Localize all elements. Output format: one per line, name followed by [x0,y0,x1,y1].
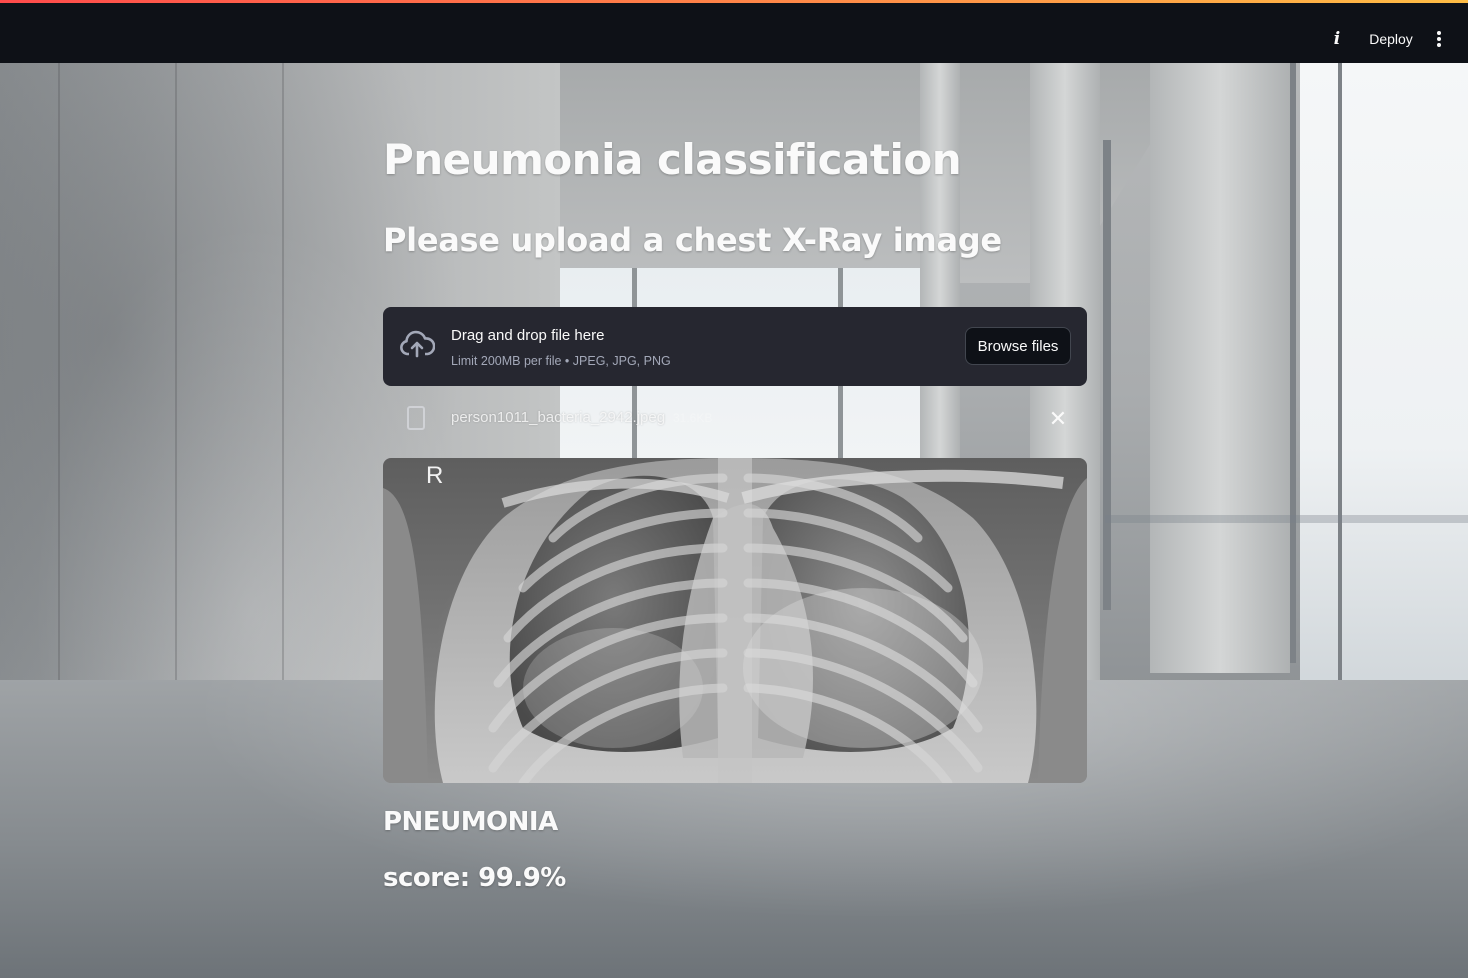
uploaded-file-size: 31.6KB [673,411,713,425]
uploaded-file-name: person1011_bacteria_2942.jpeg [451,409,666,426]
top-decoration-bar [0,0,1468,3]
background-glass [1300,63,1468,703]
file-uploader-dropzone[interactable]: Drag and drop file here Limit 200MB per … [383,307,1087,386]
background-frame [1338,63,1342,703]
app-header: i Deploy [0,3,1468,63]
uploaded-file-row: person1011_bacteria_2942.jpeg 31.6KB ✕ [383,401,1087,437]
page-title: Pneumonia classification [383,135,962,184]
dropzone-limit-text: Limit 200MB per file • JPEG, JPG, PNG [451,354,671,368]
page-subtitle: Please upload a chest X-Ray image [383,221,1002,259]
deploy-button[interactable]: Deploy [1360,25,1422,53]
file-icon [407,406,425,430]
cloud-upload-icon [399,329,436,359]
chest-xray-image: R [383,458,1087,783]
info-icon[interactable]: i [1326,27,1348,51]
prediction-score: score: 99.9% [383,863,566,893]
close-icon[interactable]: ✕ [1045,405,1071,433]
xray-drawing [383,458,1087,783]
background-horizon [1105,515,1468,523]
prediction-label: PNEUMONIA [383,807,558,837]
xray-side-marker: R [426,462,444,489]
background-frame [1103,140,1111,610]
background-frame [1290,63,1296,663]
more-vertical-icon[interactable] [1428,25,1450,53]
browse-files-button[interactable]: Browse files [965,327,1071,365]
dropzone-title: Drag and drop file here [451,327,605,344]
background-pillar [1150,63,1290,673]
